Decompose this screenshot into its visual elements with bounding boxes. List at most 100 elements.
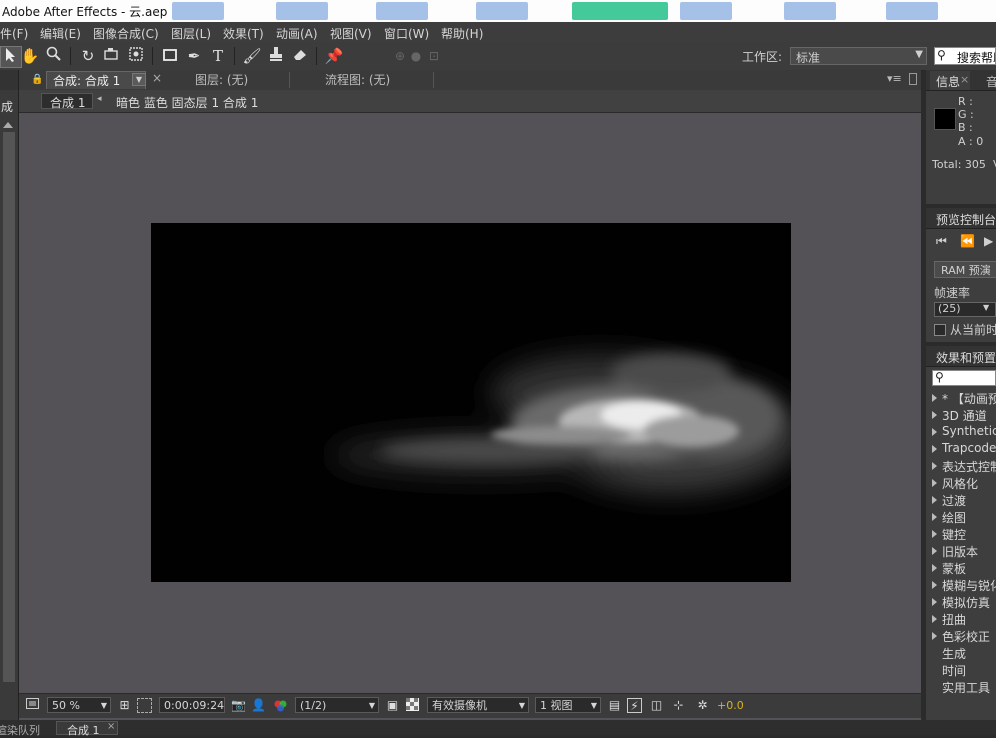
expand-arrow-icon[interactable] [932, 581, 937, 589]
expand-arrow-icon[interactable] [932, 496, 937, 504]
taskbar-tab[interactable] [172, 2, 224, 20]
close-tab-icon[interactable]: × [960, 73, 969, 86]
prev-frame-icon[interactable]: ⏪ [960, 234, 975, 248]
effect-category-item[interactable]: 生成 [942, 645, 966, 662]
taskbar-tab[interactable] [886, 2, 938, 20]
zoom-select[interactable]: 50 % ▼ [47, 697, 111, 713]
expand-arrow-icon[interactable] [932, 615, 937, 623]
expand-arrow-icon[interactable] [932, 530, 937, 538]
menu-effect[interactable]: 效果(T) [223, 25, 264, 42]
close-tab-icon[interactable]: × [152, 71, 162, 85]
composition-viewer[interactable] [151, 223, 791, 582]
effect-category-item[interactable]: 键控 [942, 526, 966, 543]
exposure-value[interactable]: +0.0 [717, 699, 744, 712]
effect-category-item[interactable]: Trapcode [942, 441, 996, 455]
camera-tool-icon[interactable] [102, 46, 122, 66]
menu-edit[interactable]: 编辑(E) [40, 25, 81, 42]
expand-arrow-icon[interactable] [932, 445, 937, 453]
snapshot-camera-icon[interactable]: 📷 [231, 698, 246, 713]
tab-layer[interactable]: 图层: (无) [195, 72, 248, 89]
menu-layer[interactable]: 图层(L) [171, 25, 211, 42]
resolution-select[interactable]: (1/2) ▼ [295, 697, 379, 713]
menu-window[interactable]: 窗口(W) [384, 25, 429, 42]
effect-category-item[interactable]: 模糊与锐化 [942, 577, 996, 594]
tab-flowchart[interactable]: 流程图: (无) [325, 72, 390, 89]
tab-audio[interactable]: 音 [986, 73, 996, 90]
effect-category-item[interactable]: 绘图 [942, 509, 966, 526]
rectangle-tool-icon[interactable] [160, 46, 180, 66]
ram-preview-button[interactable]: RAM 预演 [934, 261, 996, 278]
always-preview-icon[interactable] [25, 698, 40, 713]
camera-select[interactable]: 有效摄像机 ▼ [427, 697, 529, 713]
effects-search-input[interactable]: ⚲ [932, 370, 996, 386]
timeline-icon[interactable]: ◫ [649, 698, 664, 713]
fast-preview-icon[interactable]: ⚡ [627, 698, 642, 713]
expand-arrow-icon[interactable] [932, 564, 937, 572]
clone-stamp-tool-icon[interactable] [266, 46, 286, 66]
expand-arrow-icon[interactable] [932, 547, 937, 555]
exposure-reset-icon[interactable]: ✲ [695, 698, 710, 713]
pixel-aspect-icon[interactable]: ▤ [607, 698, 622, 713]
eraser-tool-icon[interactable] [290, 46, 310, 66]
expand-arrow-icon[interactable] [932, 479, 937, 487]
close-tab-icon[interactable]: × [107, 721, 115, 732]
lock-icon[interactable]: 🔒 [31, 74, 43, 85]
effect-category-item[interactable]: 色彩校正 [942, 628, 990, 645]
scroll-up-arrow-icon[interactable] [3, 122, 13, 128]
flowchart-icon[interactable]: ⊹ [671, 698, 686, 713]
breadcrumb-comp-button[interactable]: 合成 1 [41, 93, 93, 110]
effect-category-item[interactable]: * 【动画预 [942, 390, 996, 407]
effect-category-item[interactable]: 扭曲 [942, 611, 966, 628]
axis-view-icon[interactable]: ⊡ [424, 46, 444, 66]
taskbar-tab[interactable] [476, 2, 528, 20]
timecode-display[interactable]: 0:00:09:24 [159, 697, 225, 713]
taskbar-tab[interactable] [376, 2, 428, 20]
tab-render-queue[interactable]: 渲染队列 [0, 722, 40, 738]
from-current-checkbox[interactable] [934, 324, 946, 336]
show-snapshot-icon[interactable]: 👤 [251, 698, 266, 713]
expand-arrow-icon[interactable] [932, 428, 937, 436]
menu-animation[interactable]: 动画(A) [276, 25, 318, 42]
view-layout-select[interactable]: 1 视图 ▼ [535, 697, 601, 713]
framerate-select[interactable]: (25) ▼ [934, 302, 996, 317]
help-search-input[interactable]: 搜索帮助 [957, 49, 995, 64]
region-of-interest-icon[interactable]: ▣ [385, 698, 400, 713]
tab-timeline-comp[interactable]: 合成 1 × [56, 721, 118, 737]
menu-help[interactable]: 帮助(H) [441, 25, 483, 42]
expand-arrow-icon[interactable] [932, 513, 937, 521]
project-scrollbar[interactable] [3, 132, 15, 682]
pen-tool-icon[interactable]: ✒ [184, 46, 204, 66]
menu-view[interactable]: 视图(V) [330, 25, 372, 42]
taskbar-tab-active[interactable] [572, 2, 668, 20]
rotate-tool-icon[interactable]: ↻ [78, 46, 98, 66]
comp-dropdown-icon[interactable]: ▼ [132, 73, 146, 86]
effect-category-item[interactable]: 模拟仿真 [942, 594, 990, 611]
maximize-panel-icon[interactable] [909, 73, 917, 85]
tab-composition[interactable]: 合成: 合成 1 [46, 71, 146, 89]
effect-category-item[interactable]: Synthetic A [942, 424, 996, 438]
expand-arrow-icon[interactable] [932, 598, 937, 606]
first-frame-icon[interactable]: ⏮ [936, 234, 947, 249]
menu-file[interactable]: 件(F) [0, 25, 28, 42]
play-icon[interactable]: ▶ [984, 234, 993, 248]
expand-arrow-icon[interactable] [932, 462, 937, 470]
taskbar-tab[interactable] [784, 2, 836, 20]
pan-behind-tool-icon[interactable] [126, 46, 146, 66]
mask-visibility-icon[interactable] [137, 698, 152, 713]
expand-arrow-icon[interactable] [932, 411, 937, 419]
project-panel-tab[interactable] [0, 70, 18, 90]
tab-info[interactable]: 信息 × [930, 71, 970, 90]
rgb-channels-icon[interactable] [273, 698, 288, 713]
effect-category-item[interactable]: 过渡 [942, 492, 966, 509]
effect-category-item[interactable]: 时间 [942, 662, 966, 679]
selection-tool-icon[interactable] [0, 46, 22, 68]
expand-arrow-icon[interactable] [932, 632, 937, 640]
effect-category-item[interactable]: 实用工具 [942, 679, 990, 696]
taskbar-tab[interactable] [680, 2, 732, 20]
axis-world-icon[interactable]: ● [406, 46, 426, 66]
brush-tool-icon[interactable]: 🖌 [242, 46, 262, 66]
effect-category-item[interactable]: 表达式控制 [942, 458, 996, 475]
transparency-grid-icon[interactable] [405, 698, 420, 713]
effect-category-item[interactable]: 旧版本 [942, 543, 978, 560]
panel-menu-icon[interactable]: ▾≡ [887, 72, 902, 85]
